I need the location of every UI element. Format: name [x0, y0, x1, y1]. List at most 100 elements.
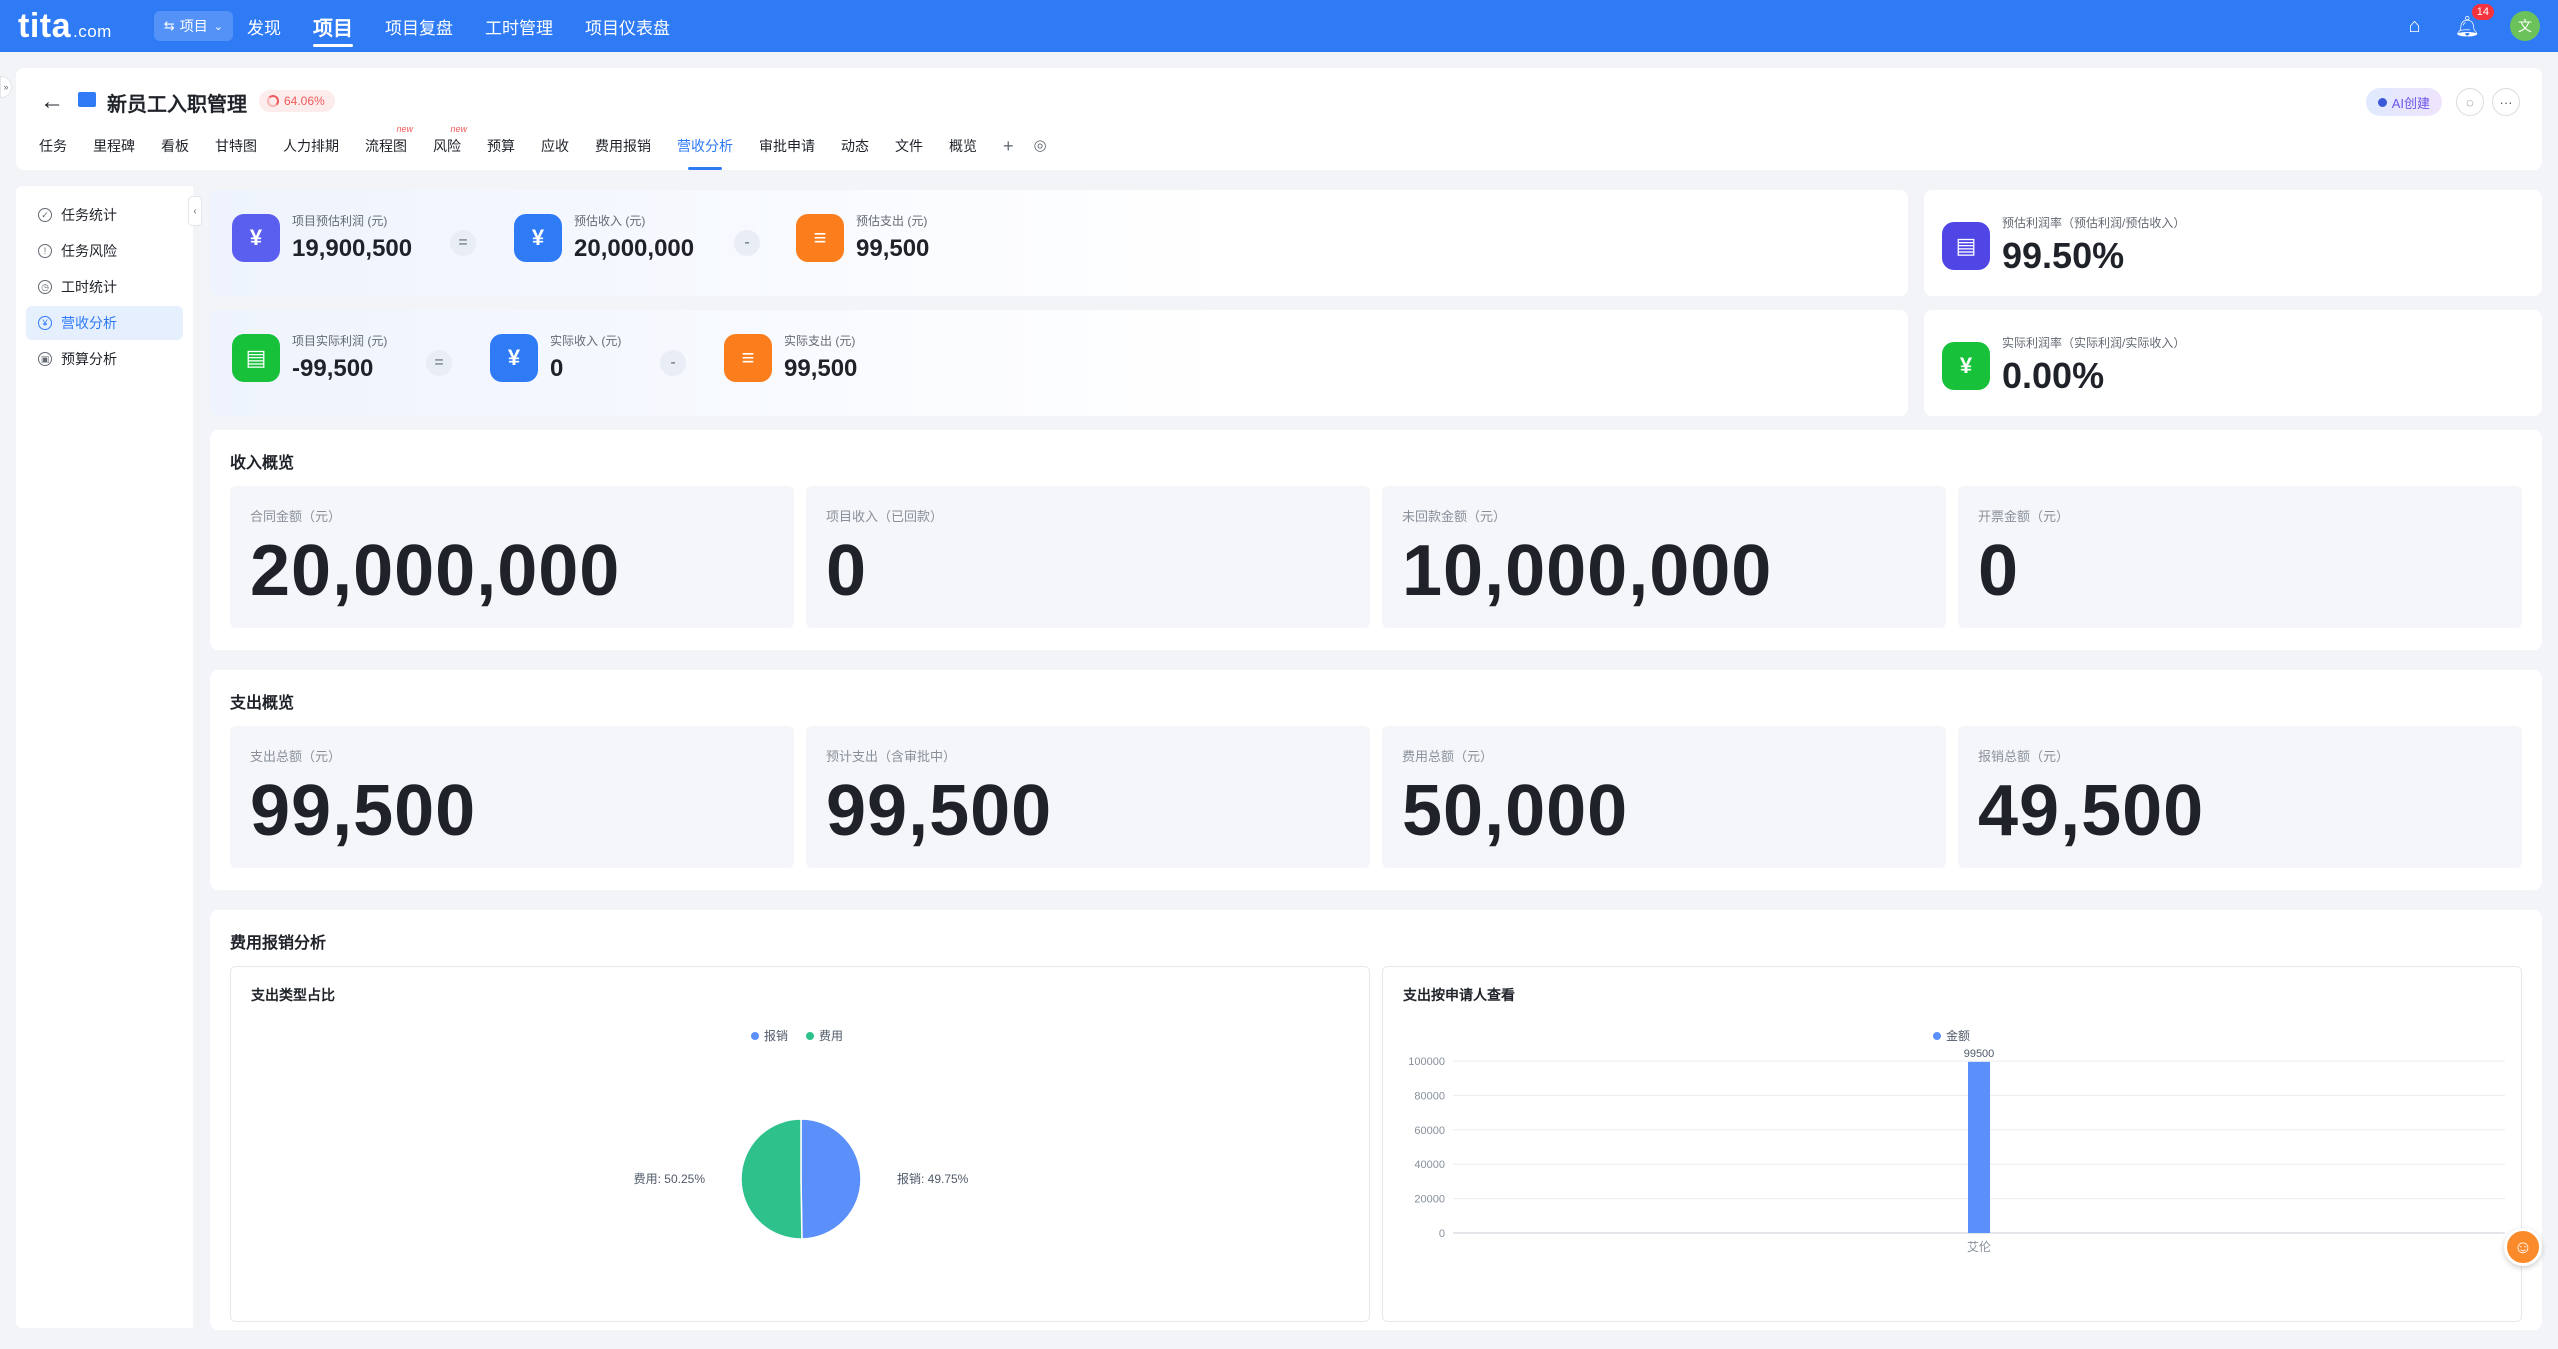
rate-icon: ▤: [1942, 221, 1990, 270]
tab-11[interactable]: 审批申请: [759, 136, 815, 160]
sidebar-item-0[interactable]: ✓ 任务统计: [26, 198, 183, 232]
tab-0[interactable]: 任务: [39, 136, 67, 160]
tab-14[interactable]: 概览: [949, 136, 977, 160]
ai-create-button[interactable]: AI创建: [2365, 88, 2442, 116]
topnav-timesheet[interactable]: 工时管理: [485, 14, 553, 39]
tita-logo[interactable]: tita .com: [18, 7, 112, 46]
actual-expense-metric: ≡ 实际支出 (元) 99,500: [724, 332, 857, 383]
metric-value: 99.50%: [2002, 235, 2125, 276]
income-icon: ¥: [490, 333, 538, 382]
tab-label: 营收分析: [677, 138, 733, 154]
bar-chart: 0 20000 40000 60000 80000 100000 99500 艾伦: [1408, 1048, 2505, 1254]
pie-label-1: 费用: 50.25%: [634, 1172, 706, 1186]
tab-4[interactable]: 人力排期: [283, 136, 339, 160]
metric-value: 0.00%: [2002, 355, 2105, 396]
stat-value: 10,000,000: [1402, 531, 1773, 611]
stat-label: 预计支出（含审批中）: [826, 749, 957, 764]
tab-9[interactable]: 费用报销: [595, 136, 651, 160]
pie-chart: 报销: 49.75% 费用: 50.25%: [634, 1118, 969, 1240]
tab-label: 甘特图: [215, 138, 257, 154]
tab-2[interactable]: 看板: [161, 136, 189, 160]
module-switcher[interactable]: ⇆ 项目 ⌄: [153, 11, 233, 41]
stat-card-unreceived: 未回款金额（元） 10,000,000: [1382, 486, 1946, 628]
topnav-project[interactable]: 项目: [312, 12, 353, 47]
new-badge: new: [450, 124, 467, 134]
estimate-expense-metric: ≡ 预估支出 (元) 99,500: [796, 212, 929, 263]
stat-value: 20,000,000: [250, 531, 621, 611]
top-navigation-bar: tita .com ⇆ 项目 ⌄ 发现 项目 项目复盘 工时管理 项目仪表盘 ⌂ …: [0, 0, 2558, 52]
home-icon[interactable]: ⌂: [2409, 15, 2421, 38]
switch-icon: ⇆: [163, 18, 175, 33]
tab-3[interactable]: 甘特图: [215, 136, 257, 160]
tab-1[interactable]: 里程碑: [93, 136, 135, 160]
tab-6[interactable]: 风险 new: [433, 124, 467, 160]
topnav-project-dashboard[interactable]: 项目仪表盘: [585, 14, 670, 39]
stat-value: 0: [826, 531, 868, 611]
tab-13[interactable]: 文件: [895, 136, 923, 160]
topnav-discover[interactable]: 发现: [247, 14, 281, 39]
top-right-actions: ⌂ 🔔︎ 14 文: [2375, 0, 2540, 52]
stat-value: 0: [1978, 531, 2020, 611]
tab-7[interactable]: 预算: [487, 136, 515, 160]
sidebar-item-label: 营收分析: [61, 315, 117, 331]
tab-12[interactable]: 动态: [841, 136, 869, 160]
stat-card-expected-expense: 预计支出（含审批中） 99,500: [806, 726, 1370, 868]
project-tabs: 任务 里程碑 看板 甘特图 人力排期 流程图 new 风险 new 预算 应收 费用报销 营收分析 审批申…: [39, 124, 1067, 170]
tab-label: 概览: [949, 138, 977, 154]
wallet-icon: ¥: [232, 213, 280, 262]
check-square-icon: ✓: [38, 208, 52, 222]
add-tab-icon[interactable]: +: [1003, 136, 1014, 160]
stat-label: 合同金额（元）: [250, 509, 342, 524]
sidebar-collapse-button[interactable]: ‹: [188, 196, 202, 226]
sidebar-item-2[interactable]: ◷ 工时统计: [26, 270, 183, 304]
tab-5[interactable]: 流程图 new: [365, 124, 413, 160]
back-arrow-icon[interactable]: ←: [40, 88, 64, 116]
sidebar-item-1[interactable]: ! 任务风险: [26, 234, 183, 268]
metric-value: -99,500: [292, 355, 374, 382]
tab-label: 人力排期: [283, 138, 339, 154]
metric-label: 实际利润率（实际利润/实际收入）: [2002, 336, 2186, 350]
y-tick-label-4: 80000: [1414, 1090, 1445, 1102]
tab-label: 动态: [841, 138, 869, 154]
pie-slice-1[interactable]: [740, 1118, 803, 1240]
actual-rate-metric: ¥ 实际利润率（实际利润/实际收入） 0.00%: [1942, 334, 2185, 397]
bar-0[interactable]: [1968, 1061, 1990, 1233]
pie-label-0: 报销: 49.75%: [897, 1171, 969, 1186]
sidebar-item-4[interactable]: ▣ 预算分析: [26, 342, 183, 376]
metric-label: 项目预估利润 (元): [292, 214, 388, 228]
progress-ring-icon: [267, 95, 279, 107]
stat-label: 开票金额（元）: [1978, 509, 2070, 524]
expense-icon: ≡: [796, 213, 844, 262]
bell-icon[interactable]: 🔔︎ 14: [2455, 3, 2494, 39]
equals-operator: =: [450, 230, 476, 256]
pie-slice-0[interactable]: [800, 1118, 862, 1240]
more-icon[interactable]: ···: [2492, 88, 2520, 116]
metric-value: 20,000,000: [574, 235, 695, 262]
comment-icon[interactable]: ◌: [2456, 88, 2484, 116]
sidebar-item-3[interactable]: ¥ 营收分析: [26, 306, 183, 340]
stat-value: 99,500: [250, 771, 477, 851]
metric-label: 实际支出 (元): [784, 334, 856, 348]
stat-card-contract: 合同金额（元） 20,000,000: [230, 486, 794, 628]
tab-settings-icon[interactable]: ◎: [1034, 136, 1047, 160]
avatar[interactable]: 文: [2510, 11, 2540, 41]
new-badge: new: [396, 124, 413, 134]
actual-row: ▤ 项目实际利润 (元) -99,500 = ¥ 实际收入 (元) 0 - ≡ 实际…: [210, 310, 2542, 416]
stat-label: 项目收入（已回款）: [826, 509, 944, 524]
topnav-project-review[interactable]: 项目复盘: [385, 14, 453, 39]
sidebar-item-label: 任务风险: [61, 243, 117, 259]
metric-label: 预估收入 (元): [574, 214, 646, 228]
tab-8[interactable]: 应收: [541, 136, 569, 160]
actual-income-metric: ¥ 实际收入 (元) 0: [490, 332, 621, 383]
tab-label: 审批申请: [759, 138, 815, 154]
tab-10[interactable]: 营收分析: [677, 136, 733, 170]
edge-expand-toggle[interactable]: »: [0, 76, 12, 98]
tab-label: 文件: [895, 138, 923, 154]
stat-card-expense-total: 支出总额（元） 99,500: [230, 726, 794, 868]
stat-card-reimburse-total: 报销总额（元） 49,500: [1958, 726, 2522, 868]
metric-label: 预估支出 (元): [856, 214, 928, 228]
profit-icon: ▤: [232, 333, 280, 382]
reimburse-analysis-section: 费用报销分析 支出类型占比 报销 费用 报销: 49.75% 费用: 50.25%…: [210, 910, 2542, 1330]
help-assistant-icon[interactable]: ☺: [2504, 1228, 2542, 1266]
section-title: 费用报销分析: [230, 935, 327, 952]
